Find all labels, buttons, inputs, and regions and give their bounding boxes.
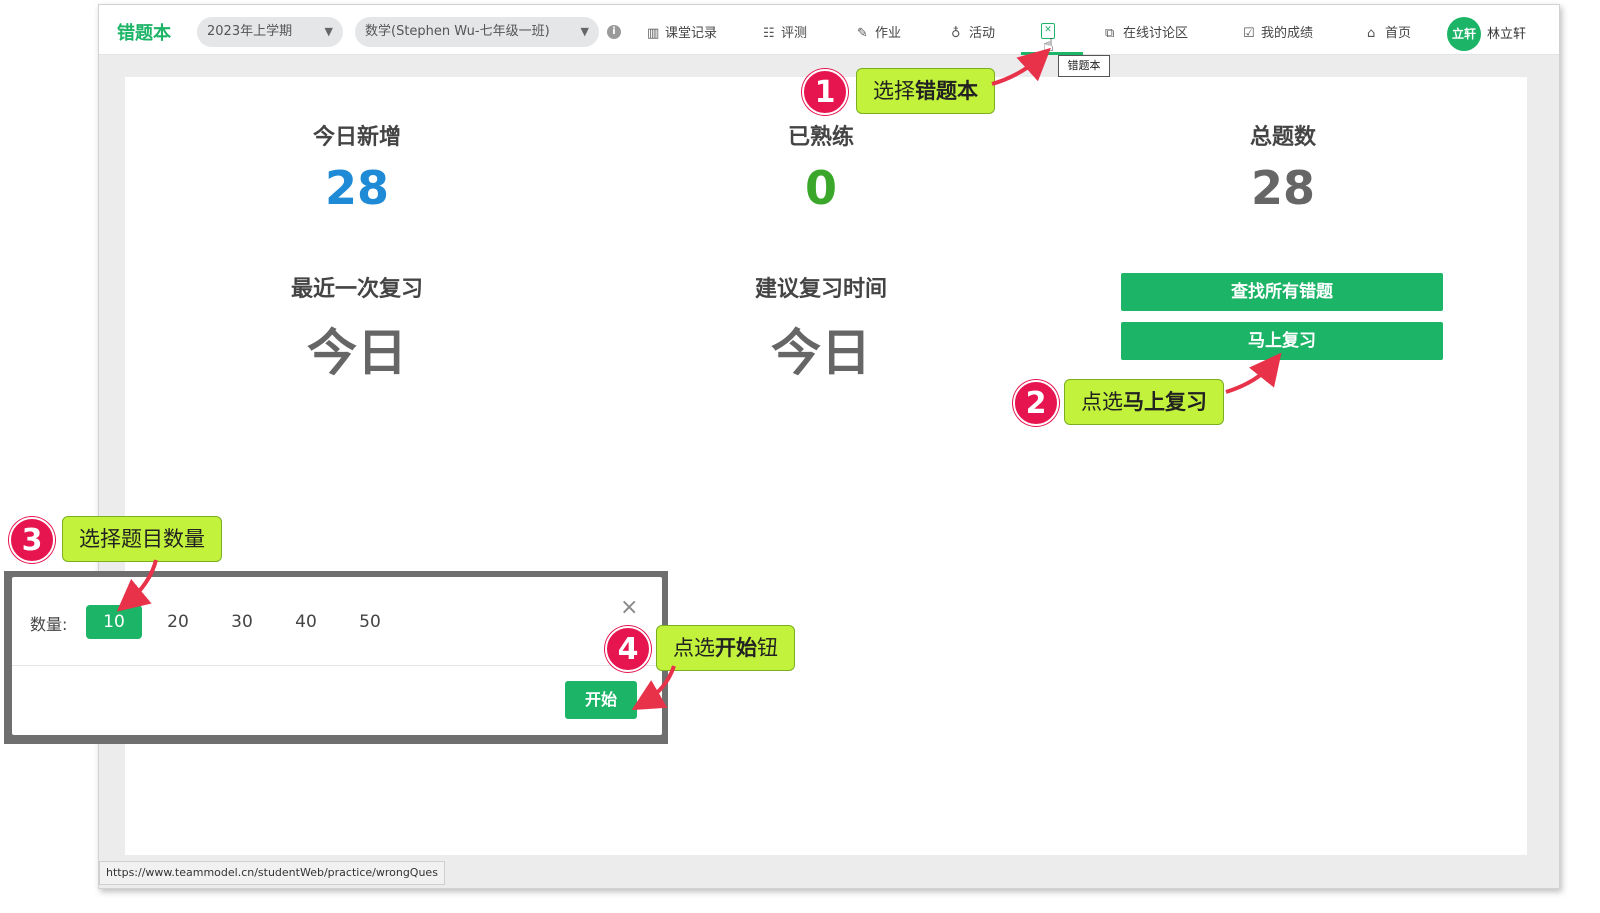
browser-window: 错题本 2023年上学期 ▼ 数学(Stephen Wu-七年级一班) ▼ i …: [98, 4, 1560, 889]
nav-item-discussion[interactable]: ⧉ 在线讨论区: [1105, 22, 1188, 42]
stat-label: 最近一次复习: [290, 277, 423, 302]
quantity-option-10[interactable]: 10: [86, 605, 142, 639]
chat-icon: ⧉: [1105, 26, 1115, 41]
find-all-wrong-questions-button[interactable]: 查找所有错题: [1121, 273, 1443, 311]
nav-tooltip: 错题本: [1058, 55, 1110, 77]
quantity-dialog: 数量: 10 20 30 40 50 × 开始: [12, 577, 662, 735]
quantity-label: 数量:: [30, 615, 68, 634]
chevron-down-icon: ▼: [580, 25, 589, 38]
hand-cursor-icon: ☝: [1043, 35, 1054, 56]
step-callout-1: 选择错题本: [856, 68, 995, 114]
nav-item-my-grades[interactable]: ☑ 我的成绩: [1243, 22, 1313, 42]
nav-item-activities[interactable]: ♁ 活动: [951, 22, 995, 42]
grade-icon: ☑: [1243, 26, 1255, 41]
stat-label: 已熟练: [787, 125, 854, 150]
quantity-option-30[interactable]: 30: [214, 605, 270, 639]
start-button[interactable]: 开始: [565, 681, 637, 719]
nav-label: 课堂记录: [665, 26, 718, 41]
step-badge-4: 4: [605, 626, 651, 672]
nav-label: 首页: [1385, 26, 1412, 41]
step-badge-2: 2: [1013, 380, 1059, 426]
step-callout-2: 点选马上复习: [1064, 379, 1224, 425]
nav-label: 在线讨论区: [1123, 26, 1189, 41]
stat-value: 28: [324, 161, 389, 215]
stat-label: 建议复习时间: [754, 277, 887, 302]
callout-bold-text: 开始: [715, 636, 757, 660]
callout-text: 点选: [673, 636, 715, 660]
quantity-option-20[interactable]: 20: [150, 605, 206, 639]
semester-select[interactable]: 2023年上学期 ▼: [197, 17, 343, 47]
class-select-value: 数学(Stephen Wu-七年级一班): [365, 24, 550, 39]
review-now-button[interactable]: 马上复习: [1121, 322, 1443, 360]
homework-icon: ✎: [857, 26, 868, 41]
step-callout-4: 点选开始钮: [656, 625, 795, 671]
avatar[interactable]: 立轩: [1447, 17, 1481, 51]
semester-select-value: 2023年上学期: [207, 24, 293, 39]
nav-item-home[interactable]: ⌂ 首页: [1367, 22, 1411, 42]
stat-last-review: 最近一次复习 今日: [237, 271, 477, 385]
dialog-highlight-frame: 数量: 10 20 30 40 50 × 开始: [4, 571, 668, 744]
callout-text: 选择: [873, 79, 915, 103]
brand-title: 错题本: [117, 23, 171, 44]
stat-value: 28: [1250, 161, 1315, 215]
nav-label: 我的成绩: [1261, 26, 1314, 41]
stat-label: 今日新增: [312, 125, 401, 150]
top-navbar: 错题本 2023年上学期 ▼ 数学(Stephen Wu-七年级一班) ▼ i …: [99, 5, 1559, 55]
callout-bold-text: 错题本: [915, 79, 978, 103]
nav-label: 评测: [781, 26, 808, 41]
step-badge-3: 3: [9, 517, 55, 563]
callout-text: 选择题目数量: [79, 527, 205, 551]
callout-text: 点选: [1081, 390, 1123, 414]
dialog-divider: [12, 665, 662, 666]
checklist-icon: ☷: [763, 26, 775, 41]
stat-value: 0: [804, 161, 837, 215]
nav-label: 作业: [875, 26, 902, 41]
nav-item-homework[interactable]: ✎ 作业: [857, 22, 901, 42]
stat-total: 总题数 28: [1163, 119, 1403, 215]
stat-label: 总题数: [1249, 125, 1316, 150]
stat-value: 今日: [771, 324, 871, 382]
stat-value: 今日: [307, 324, 407, 382]
class-select[interactable]: 数学(Stephen Wu-七年级一班) ▼: [355, 17, 599, 47]
stat-mastered: 已熟练 0: [701, 119, 941, 215]
step-badge-1: 1: [802, 69, 848, 115]
status-bar-url: https://www.teammodel.cn/studentWeb/prac…: [99, 861, 445, 885]
step-callout-3: 选择题目数量: [62, 516, 222, 562]
stat-suggested-review: 建议复习时间 今日: [701, 271, 941, 385]
home-icon: ⌂: [1367, 26, 1376, 41]
books-icon: ▥: [647, 26, 660, 41]
quantity-option-50[interactable]: 50: [342, 605, 398, 639]
callout-suffix-text: 钮: [757, 636, 778, 660]
nav-item-classroom-records[interactable]: ▥ 课堂记录: [647, 22, 717, 42]
screenshot-stage: 错题本 2023年上学期 ▼ 数学(Stephen Wu-七年级一班) ▼ i …: [0, 0, 1600, 913]
nav-label: 活动: [969, 26, 996, 41]
lightbulb-icon: ♁: [951, 26, 961, 41]
nav-item-assessment[interactable]: ☷ 评测: [763, 22, 807, 42]
info-icon[interactable]: i: [607, 25, 621, 39]
chevron-down-icon: ▼: [324, 25, 333, 38]
stat-today-new: 今日新增 28: [237, 119, 477, 215]
close-icon[interactable]: ×: [620, 595, 638, 620]
username[interactable]: 林立轩: [1487, 23, 1526, 42]
callout-bold-text: 马上复习: [1123, 390, 1207, 414]
quantity-option-40[interactable]: 40: [278, 605, 334, 639]
